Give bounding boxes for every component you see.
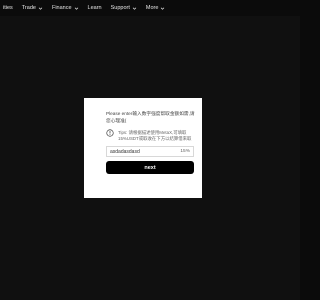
nav-item-learn[interactable]: Learn xyxy=(88,5,102,11)
nav-item-label: Trade xyxy=(21,5,36,11)
nav-item-label: ities xyxy=(3,5,13,11)
nav-item-support[interactable]: Support xyxy=(111,5,137,11)
nav-item-label: Learn xyxy=(87,5,102,11)
nav-item-finance[interactable]: Finance xyxy=(52,5,79,11)
modal-dialog: Please enter输入数字强度帮取金额如需,请您心理准( Tips: 请根… xyxy=(84,98,202,198)
nav-item-trade[interactable]: Trade xyxy=(22,5,43,11)
chevron-down-icon xyxy=(74,7,78,10)
tips-text: Tips: 请根据描述使用MetaX,可填取15%USDT或取收在下方以结算借来… xyxy=(118,130,192,141)
info-icon xyxy=(106,129,114,137)
top-nav: ities Trade Finance Learn Support More xyxy=(0,0,300,16)
nav-item-more[interactable]: More xyxy=(146,5,166,11)
modal-message: Please enter输入数字强度帮取金额如需,请您心理准( xyxy=(106,111,195,123)
page: ities Trade Finance Learn Support More P… xyxy=(0,0,300,300)
chevron-down-icon xyxy=(132,7,137,10)
next-button[interactable]: next xyxy=(106,161,194,174)
nav-item-label: Finance xyxy=(51,5,72,11)
amount-input-suffix: 15% xyxy=(180,149,190,154)
chevron-down-icon xyxy=(38,7,43,10)
nav-item-label: More xyxy=(145,5,159,11)
amount-input-value: asdadasdasd xyxy=(110,148,140,155)
nav-item-ities[interactable]: ities xyxy=(3,5,13,11)
nav-item-label: Support xyxy=(110,5,130,11)
amount-input[interactable]: asdadasdasd 15% xyxy=(106,146,194,157)
chevron-down-icon xyxy=(161,7,165,10)
tips-row: Tips: 请根据描述使用MetaX,可填取15%USDT或取收在下方以结算借来… xyxy=(106,129,196,142)
